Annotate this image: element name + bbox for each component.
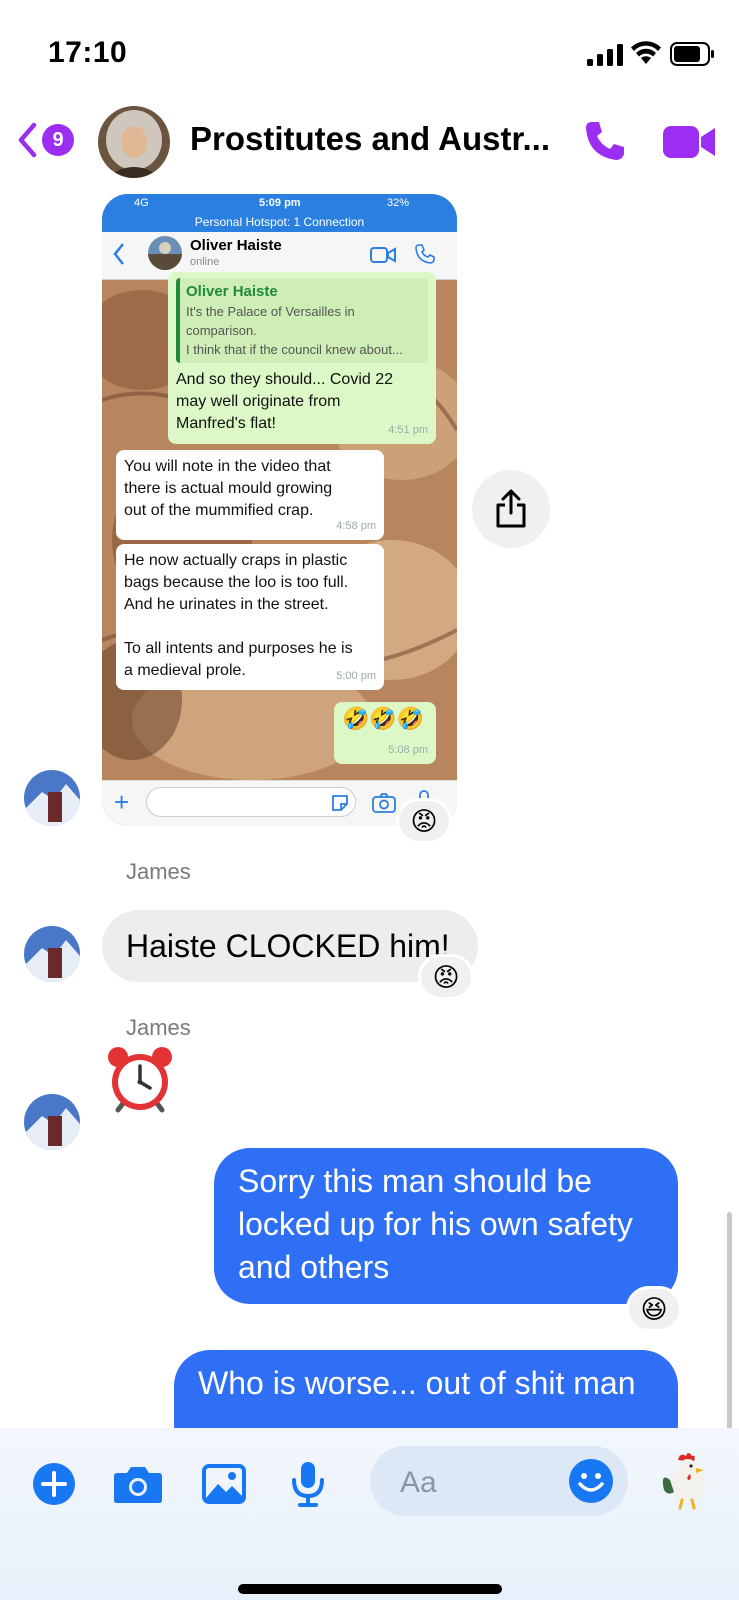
- sender-name: James: [126, 859, 191, 884]
- phone-call-icon[interactable]: [582, 118, 628, 164]
- quote-line: It's the Palace of Versailles in: [186, 304, 355, 319]
- message-line: To all intents and purposes he is: [124, 640, 353, 657]
- message-line: there is actual mould growing: [124, 480, 333, 497]
- avatar[interactable]: [24, 770, 80, 826]
- group-avatar[interactable]: [98, 106, 170, 178]
- message-time: 5:08 pm: [388, 744, 428, 756]
- sender-name: James: [126, 1015, 191, 1040]
- camera-button[interactable]: [112, 1458, 164, 1510]
- chevron-left-icon: [113, 243, 124, 265]
- contact-status: online: [190, 256, 220, 268]
- quote-author: Oliver Haiste: [186, 283, 278, 300]
- message-time: 4:51 pm: [388, 424, 428, 436]
- quote-line: comparison.: [186, 323, 257, 338]
- message-line: Sorry this man should be: [238, 1163, 592, 1199]
- unread-count-badge: 9: [42, 124, 74, 156]
- message-line: And so they should... Covid 22: [176, 371, 394, 388]
- reaction-badge[interactable]: 😆: [626, 1286, 682, 1332]
- microphone-icon: [292, 1462, 324, 1507]
- laughing-emoji: 🤣🤣🤣: [342, 706, 425, 731]
- cellular-signal-icon: [587, 44, 623, 66]
- home-indicator[interactable]: [238, 1584, 502, 1594]
- mountain-avatar-image: [24, 926, 80, 982]
- conversation-header: 9 Prostitutes and Austr...: [0, 100, 739, 186]
- video-icon: [370, 247, 396, 263]
- phone-icon: [415, 244, 435, 264]
- shared-image-message[interactable]: 4G 5:09 pm 32% Personal Hotspot: 1 Conne…: [102, 194, 457, 826]
- message-input[interactable]: Aa: [370, 1446, 628, 1516]
- message-line: And he urinates in the street.: [124, 596, 329, 613]
- shared-message-out: 🤣🤣🤣 5:08 pm: [334, 702, 436, 764]
- gallery-button[interactable]: [198, 1458, 250, 1510]
- rooster-emoji-icon[interactable]: [658, 1450, 714, 1510]
- message-line: and others: [238, 1249, 390, 1285]
- mountain-avatar-image: [24, 770, 80, 826]
- back-button[interactable]: 9: [16, 118, 80, 162]
- shared-message-in: You will note in the video that there is…: [116, 450, 384, 540]
- shared-time: 5:09 pm: [259, 197, 301, 209]
- message-line: He now actually craps in plastic: [124, 552, 348, 569]
- smiley-icon[interactable]: [568, 1458, 614, 1504]
- battery-icon: [670, 42, 714, 66]
- wifi-icon: [631, 41, 661, 64]
- chevron-left-icon: [18, 122, 37, 158]
- hotspot-banner: Personal Hotspot: 1 Connection: [102, 212, 457, 232]
- quoted-message: Oliver Haiste It's the Palace of Versail…: [176, 278, 428, 363]
- outgoing-message[interactable]: Who is worse... out of shit man: [174, 1350, 678, 1428]
- camera-icon: [114, 1467, 162, 1503]
- video-call-icon[interactable]: [661, 122, 717, 162]
- shared-status-bar: 4G 5:09 pm 32%: [102, 194, 457, 214]
- status-bar: 17:10: [0, 0, 739, 100]
- voice-button[interactable]: [282, 1458, 334, 1510]
- conversation-title[interactable]: Prostitutes and Austr...: [190, 120, 570, 158]
- quote-line: I think that if the council knew about..…: [186, 342, 403, 357]
- sticker-icon: [332, 795, 348, 811]
- message-time: 5:00 pm: [336, 670, 376, 682]
- message-list[interactable]: 4G 5:09 pm 32% Personal Hotspot: 1 Conne…: [0, 186, 739, 1428]
- outgoing-message[interactable]: Sorry this man should be locked up for h…: [214, 1148, 678, 1304]
- avatar[interactable]: [24, 1094, 80, 1150]
- photo-icon: [202, 1464, 246, 1504]
- camera-icon: [372, 793, 396, 813]
- shared-message-in: He now actually craps in plastic bags be…: [116, 544, 384, 690]
- plus-circle-icon: [33, 1463, 75, 1505]
- share-button[interactable]: [472, 470, 550, 548]
- shared-input-field: [146, 787, 356, 817]
- scrollbar[interactable]: [727, 1212, 732, 1428]
- message-line: locked up for his own safety: [238, 1206, 633, 1242]
- share-icon: [496, 489, 526, 528]
- portrait-image: [98, 106, 170, 178]
- message-line: bags because the loo is too full.: [124, 574, 349, 591]
- reaction-badge[interactable]: 😡: [396, 798, 452, 844]
- status-time: 17:10: [48, 36, 128, 69]
- plus-icon: +: [114, 787, 130, 817]
- contact-name: Oliver Haiste: [190, 237, 282, 254]
- message-composer: Aa: [0, 1428, 739, 1600]
- alarm-clock-icon[interactable]: [104, 1044, 176, 1116]
- shared-battery: 32%: [387, 197, 410, 209]
- contact-avatar: [148, 236, 182, 270]
- mountain-avatar-image: [24, 1094, 80, 1150]
- reaction-badge[interactable]: 😡: [418, 954, 474, 1000]
- message-placeholder: Aa: [400, 1466, 437, 1499]
- add-button[interactable]: [28, 1458, 80, 1510]
- avatar[interactable]: [24, 926, 80, 982]
- message-line: [124, 616, 376, 638]
- message-line: may well originate from: [176, 393, 341, 410]
- shared-network: 4G: [134, 197, 149, 209]
- shared-message-out: Oliver Haiste It's the Palace of Versail…: [168, 272, 436, 444]
- message-time: 4:58 pm: [336, 520, 376, 532]
- message-line: You will note in the video that: [124, 458, 331, 475]
